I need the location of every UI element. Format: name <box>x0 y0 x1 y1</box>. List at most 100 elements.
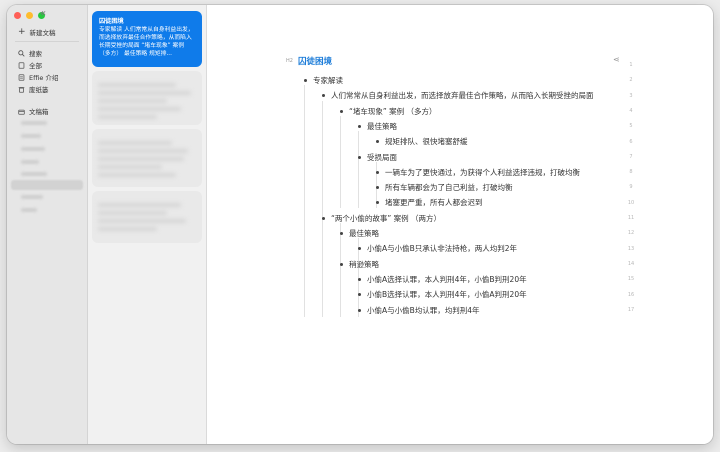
outline-item-text[interactable]: 堵塞更严重，所有人都会迟到 <box>385 197 483 208</box>
outline-item-text[interactable]: 小偷A选择认罪，本人判刑4年，小偷B判刑20年 <box>367 274 527 285</box>
outline-item[interactable]: 堵塞更严重，所有人都会迟到 <box>376 197 483 208</box>
outline-item-text[interactable]: 小偷A与小偷B均认罪，均判刑4年 <box>367 305 480 316</box>
outline-item[interactable]: 最佳策略 <box>340 228 379 239</box>
archive-box-icon <box>18 109 25 115</box>
folder-item[interactable] <box>21 134 41 138</box>
line-number: 12 <box>627 230 635 237</box>
outline-item-text[interactable]: 最佳策略 <box>367 121 397 132</box>
folder-item-selected[interactable] <box>11 180 83 190</box>
bullet-dot-icon[interactable] <box>358 277 361 281</box>
search-icon <box>18 49 25 57</box>
line-number: 5 <box>629 123 633 130</box>
outline-item-text[interactable]: 稍逊策略 <box>349 259 379 270</box>
outline-item-text[interactable]: 小偷B选择认罪，本人判刑4年，小偷A判刑20年 <box>367 289 527 300</box>
new-document-label: 新建文稿 <box>29 29 56 37</box>
folder-item[interactable] <box>21 208 37 212</box>
collapse-sidebar-icon[interactable]: « <box>40 8 46 19</box>
note-card[interactable] <box>92 71 202 125</box>
outline-item[interactable]: 稍逊策略 <box>340 259 379 270</box>
bullet-dot-icon[interactable] <box>322 94 325 98</box>
share-icon[interactable]: ⋖ <box>613 55 620 64</box>
bullet-dot-icon[interactable] <box>376 201 379 205</box>
bullet-dot-icon[interactable] <box>340 109 343 113</box>
bullet-dot-icon[interactable] <box>340 262 343 266</box>
bullet-dot-icon[interactable] <box>358 124 361 128</box>
outline-item[interactable]: 小偷A与小偷B均认罪，均判刑4年 <box>358 305 480 316</box>
outline-item[interactable]: “堵车现象” 案例 （多方） <box>340 106 437 117</box>
indent-guide <box>358 131 359 208</box>
outline-item-text[interactable]: 人们常常从自身利益出发，而选择放弃最佳合作策略，从而陷入长期受挫的局面 <box>331 90 594 101</box>
outline-item[interactable]: 小偷A选择认罪，本人判刑4年，小偷B判刑20年 <box>358 274 527 285</box>
document-title[interactable]: 囚徒困境 <box>298 55 332 67</box>
sidebar-item-effie-intro[interactable]: Effie 介绍 <box>18 72 58 82</box>
line-number: 11 <box>627 215 635 221</box>
outline-item-text[interactable]: 小偷A与小偷B只承认非法持枪，两人均判2年 <box>367 243 517 254</box>
outline-item[interactable]: 专家解读 <box>304 75 343 86</box>
line-number: 2 <box>629 77 633 84</box>
bullet-dot-icon[interactable] <box>358 247 361 251</box>
outline-item[interactable]: “两个小偷的故事” 案例 （两方） <box>322 213 441 224</box>
note-card[interactable] <box>92 191 202 243</box>
line-number: 9 <box>629 184 633 191</box>
bullet-dot-icon[interactable] <box>358 293 361 297</box>
bullet-dot-icon[interactable] <box>358 308 361 312</box>
note-card-preview: 专家解读 人们常常从自身利益出发，而选择放弃最佳合作策略，从而陷入长期受挫的局面… <box>99 27 194 57</box>
sidebar-item-search[interactable]: 搜索 <box>18 48 42 58</box>
indent-guide <box>304 85 305 317</box>
outline-item-text[interactable]: 一辆车为了更快通过，为获得个人利益选择违规，打破均衡 <box>385 167 580 178</box>
outline-item[interactable]: 所有车辆都会为了自己利益，打破均衡 <box>376 182 513 193</box>
outline-item[interactable]: 规矩排队、很快堵塞舒缓 <box>376 136 468 147</box>
plus-icon: + <box>18 26 26 37</box>
sidebar-item-all[interactable]: 全部 <box>18 60 42 70</box>
outline-item[interactable]: 人们常常从自身利益出发，而选择放弃最佳合作策略，从而陷入长期受挫的局面 <box>322 90 594 101</box>
outline-item[interactable]: 受损局面 <box>358 152 397 163</box>
file-icon <box>18 73 25 81</box>
minimize-window-button[interactable] <box>26 12 33 19</box>
bullet-dot-icon[interactable] <box>376 170 379 174</box>
bullet-dot-icon[interactable] <box>340 232 343 235</box>
bullet-dot-icon[interactable] <box>358 155 361 159</box>
indent-guide <box>340 116 341 208</box>
sidebar-item-trash[interactable]: 废纸篓 <box>18 84 49 94</box>
line-number: 7 <box>629 153 633 160</box>
bullet-dot-icon[interactable] <box>376 140 379 144</box>
outline-item-text[interactable]: “堵车现象” 案例 （多方） <box>349 106 437 117</box>
folder-item[interactable] <box>21 121 47 125</box>
editor[interactable]: H2 囚徒困境 ⋖ 1 2 3 4 5 6 7 8 9 10 11 12 13 14 15 16 17 专家解读… <box>207 5 713 444</box>
outline-item-text[interactable]: 最佳策略 <box>349 228 379 239</box>
note-card-active[interactable]: 囚徒困境 专家解读 人们常常从自身利益出发，而选择放弃最佳合作策略，从而陷入长期… <box>92 11 202 67</box>
sidebar-section-doc-box[interactable]: 文稿箱 <box>18 106 49 116</box>
divider <box>15 41 79 42</box>
outline-item-text[interactable]: 所有车辆都会为了自己利益，打破均衡 <box>385 182 513 193</box>
new-document-button[interactable]: + 新建文稿 <box>18 27 56 37</box>
folder-item[interactable] <box>21 195 43 199</box>
outline-item-text[interactable]: “两个小偷的故事” 案例 （两方） <box>331 213 441 224</box>
line-number: 10 <box>627 199 635 206</box>
outline-item[interactable]: 小偷A与小偷B只承认非法持枪，两人均判2年 <box>358 243 517 254</box>
outline-item-text[interactable]: 受损局面 <box>367 152 397 163</box>
folder-item[interactable] <box>21 160 39 164</box>
sidebar-item-label: Effie 介绍 <box>29 74 59 82</box>
outline-item[interactable]: 一辆车为了更快通过，为获得个人利益选择违规，打破均衡 <box>376 167 580 178</box>
folder-item[interactable] <box>21 172 47 176</box>
outline-item[interactable]: 小偷B选择认罪，本人判刑4年，小偷A判刑20年 <box>358 289 527 300</box>
note-card[interactable] <box>92 129 202 187</box>
bullet-dot-icon[interactable] <box>322 216 325 220</box>
indent-guide <box>322 101 323 317</box>
sidebar: « + 新建文稿 搜索 全部 Effie 介绍 废纸篓 文稿箱 <box>7 5 88 444</box>
outline-item-text[interactable]: 规矩排队、很快堵塞舒缓 <box>385 136 468 147</box>
document-icon <box>18 61 25 69</box>
outline-item-text[interactable]: 专家解读 <box>313 75 343 86</box>
folder-item[interactable] <box>21 147 45 151</box>
line-number: 17 <box>627 306 635 313</box>
outline-item[interactable]: 最佳策略 <box>358 121 397 132</box>
note-card-title: 囚徒困境 <box>99 18 124 25</box>
line-number: 6 <box>629 138 633 145</box>
heading-level-tag: H2 <box>286 58 293 64</box>
bullet-dot-icon[interactable] <box>376 186 379 190</box>
notes-list: 囚徒困境 专家解读 人们常常从自身利益出发，而选择放弃最佳合作策略，从而陷入长期… <box>88 5 207 444</box>
doc-box-label: 文稿箱 <box>29 108 49 116</box>
trash-icon <box>18 86 25 93</box>
bullet-dot-icon[interactable] <box>304 79 307 82</box>
close-window-button[interactable] <box>14 12 21 19</box>
